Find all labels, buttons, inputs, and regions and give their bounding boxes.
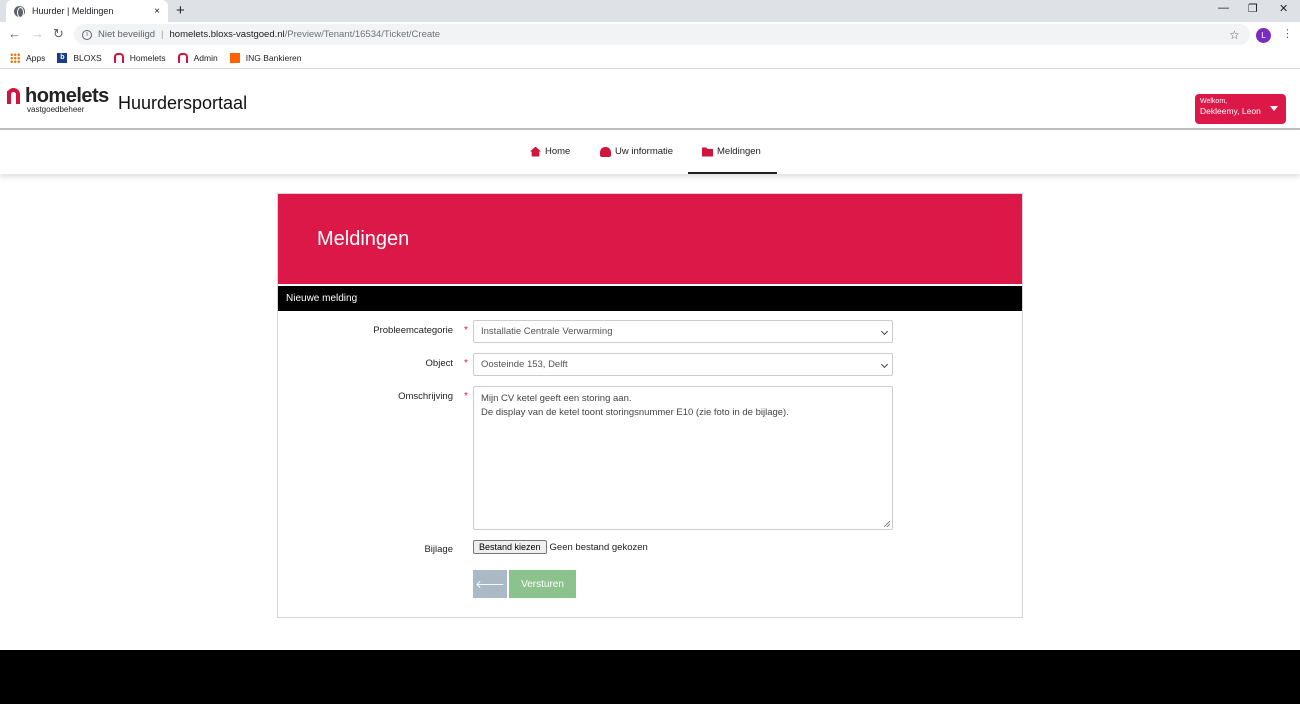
bookmark-label: ING Bankieren: [245, 52, 302, 63]
resize-grip-icon[interactable]: [884, 521, 890, 527]
description-textarea[interactable]: Mijn CV ketel geeft een storing aan. De …: [473, 386, 893, 530]
bookmark-star-icon[interactable]: ☆: [1229, 28, 1240, 42]
bookmark-admin[interactable]: Admin: [177, 52, 218, 63]
nav-item-label: Uw informatie: [615, 146, 674, 157]
apps-grid-icon: [10, 52, 20, 63]
file-status: Geen bestand gekozen: [549, 541, 648, 553]
app-header: homelets vastgoedbeheer Huurdersportaal …: [0, 70, 1300, 130]
security-label: Niet beveiligd: [98, 29, 156, 40]
browser-toolbar: ← → ↻ i Niet beveiligd | homelets.bloxs-…: [0, 22, 1300, 47]
address-bar[interactable]: i Niet beveiligd | homelets.bloxs-vastgo…: [74, 24, 1250, 45]
choose-file-button[interactable]: Bestand kiezen: [473, 540, 547, 554]
required-marker: *: [464, 391, 468, 402]
restore-icon[interactable]: ❐: [1248, 2, 1258, 15]
description-line: De display van de ketel toont storingsnu…: [481, 407, 789, 418]
ticket-panel: Meldingen Nieuwe melding Probleemcategor…: [277, 193, 1023, 618]
profile-avatar[interactable]: L: [1256, 28, 1271, 43]
caret-down-icon: [1270, 106, 1278, 111]
main-nav: Home Uw informatie Meldingen: [0, 132, 1300, 174]
welcome-greeting: Welkom,: [1200, 98, 1228, 105]
globe-icon: [14, 5, 25, 18]
bookmark-ing[interactable]: ING Bankieren: [229, 52, 302, 63]
user-icon: [600, 146, 611, 157]
bookmark-label: Apps: [26, 52, 46, 63]
page-footer: [0, 650, 1300, 704]
home-icon: [530, 146, 541, 157]
nav-item-label: Home: [545, 146, 571, 157]
browser-tab[interactable]: Huurder | Meldingen ×: [6, 0, 168, 22]
nav-item-uw-informatie[interactable]: Uw informatie: [600, 146, 673, 157]
user-menu-button[interactable]: Welkom, Dekleemy, Leon: [1195, 94, 1286, 124]
bookmark-label: Homelets: [129, 52, 166, 63]
file-input: Bestand kiezen Geen bestand gekozen: [473, 540, 648, 554]
forward-arrow-icon[interactable]: →: [31, 26, 44, 41]
bookmark-label: Admin: [193, 52, 218, 63]
bookmark-homelets[interactable]: Homelets: [113, 52, 166, 63]
logo-subtitle: vastgoedbeheer: [27, 105, 85, 114]
portal-title: Huurdersportaal: [118, 93, 248, 113]
homelets-icon: [113, 52, 124, 63]
nav-item-label: Meldingen: [717, 146, 761, 157]
homelets-icon: [177, 52, 188, 63]
category-label: Probleemcategorie: [373, 325, 453, 336]
object-select[interactable]: Oosteinde 153, Delft: [473, 353, 893, 376]
object-value: Oosteinde 153, Delft: [481, 359, 568, 370]
section-header: Nieuwe melding: [278, 286, 1022, 311]
url-domain: homelets.bloxs-vastgoed.nl: [169, 29, 285, 40]
tab-close-button[interactable]: ×: [154, 6, 160, 17]
nav-item-meldingen[interactable]: Meldingen: [702, 146, 761, 157]
arrow-left-icon: 🡐: [475, 579, 505, 591]
nav-item-home[interactable]: Home: [530, 146, 570, 157]
homelets-logo-icon: [7, 88, 22, 104]
category-select[interactable]: Installatie Centrale Verwarming: [473, 320, 893, 343]
description-label: Omschrijving: [398, 391, 453, 402]
browser-menu-icon[interactable]: ⋮: [1282, 27, 1293, 40]
minimize-icon[interactable]: —: [1218, 2, 1229, 14]
bookmark-label: BLOXS: [73, 52, 102, 63]
back-arrow-icon[interactable]: ←: [8, 26, 21, 41]
window-close-icon[interactable]: ✕: [1279, 2, 1288, 15]
description-line: Mijn CV ketel geeft een storing aan.: [481, 393, 632, 404]
new-tab-button[interactable]: +: [176, 2, 185, 19]
bookmark-bloxs[interactable]: b BLOXS: [57, 52, 102, 63]
required-marker: *: [464, 325, 468, 336]
folder-open-icon: [702, 147, 713, 157]
bloxs-icon: b: [57, 52, 68, 63]
info-icon[interactable]: i: [82, 29, 92, 40]
browser-tabstrip: Huurder | Meldingen × + — ❐ ✕: [0, 0, 1300, 22]
bookmarks-bar: Apps b BLOXS Homelets Admin ING Bankieren: [0, 47, 1300, 69]
chevron-down-icon: [880, 360, 889, 369]
page-banner: Meldingen: [278, 194, 1022, 284]
active-nav-indicator: [688, 172, 777, 174]
url-separator: |: [161, 29, 164, 40]
reload-icon[interactable]: ↻: [53, 26, 64, 42]
page-title: Meldingen: [317, 228, 410, 250]
submit-button[interactable]: Versturen: [509, 570, 576, 598]
ing-icon: [229, 52, 240, 63]
attachment-label: Bijlage: [424, 544, 453, 555]
required-marker: *: [464, 358, 468, 369]
object-label: Object: [425, 358, 453, 369]
chevron-down-icon: [880, 327, 889, 336]
back-button[interactable]: 🡐: [473, 570, 507, 598]
bookmark-apps[interactable]: Apps: [10, 52, 46, 63]
section-title: Nieuwe melding: [286, 293, 358, 304]
tab-title: Huurder | Meldingen: [32, 6, 114, 16]
url-path: /Preview/Tenant/16534/Ticket/Create: [284, 29, 441, 40]
category-value: Installatie Centrale Verwarming: [481, 326, 613, 337]
